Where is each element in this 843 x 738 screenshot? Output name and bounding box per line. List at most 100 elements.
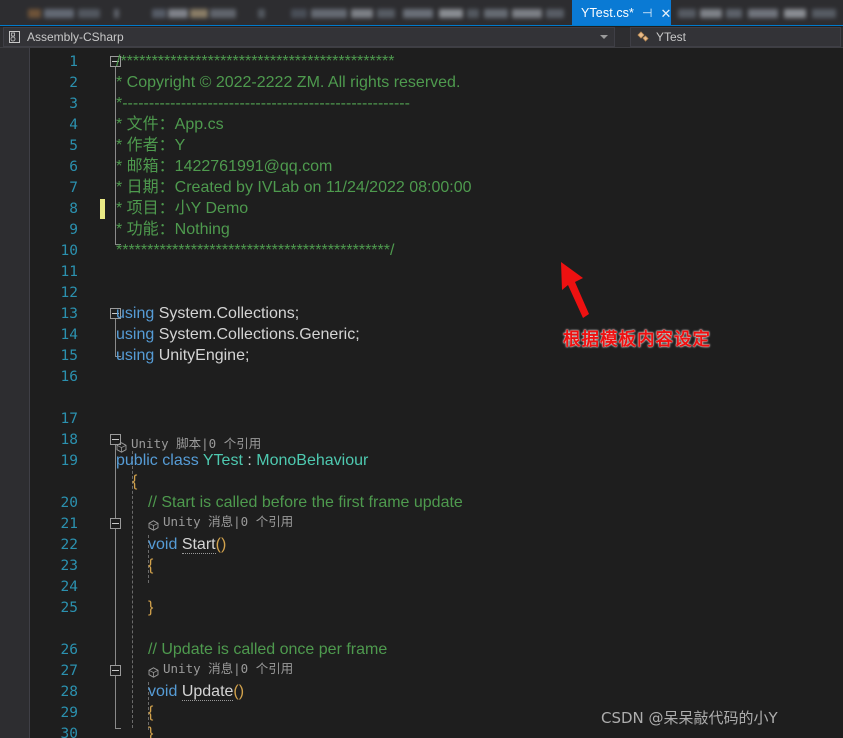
blur-block [439, 9, 463, 18]
fold-toggle-start-method[interactable] [110, 518, 121, 529]
annotation-label: 根据模板内容设定 [563, 330, 711, 350]
code-line: * Copyright © 2022-2222 ZM. All rights r… [116, 74, 461, 91]
code-line-update-signature: void Update() [148, 681, 244, 703]
blurred-tab-group-5[interactable] [678, 0, 843, 26]
code-line-class-open-brace: { [132, 473, 138, 490]
blurred-tab-group-4[interactable] [480, 0, 570, 26]
line-number: 6 [69, 159, 78, 175]
close-icon[interactable]: ✕ [660, 7, 671, 20]
blur-block [311, 9, 347, 18]
line-number: 22 [60, 537, 78, 553]
blur-block [44, 9, 74, 18]
blur-block [726, 9, 742, 18]
blur-block [168, 9, 188, 18]
fold-toggle-update-method[interactable] [110, 665, 121, 676]
keyword-public: public [116, 452, 158, 469]
code-line-start-signature: void Start() [148, 534, 226, 556]
code-line-update-close-brace: } [148, 725, 154, 738]
code-line: *---------------------------------------… [116, 95, 410, 112]
code-line: * 功能：Nothing [116, 221, 230, 238]
code-line-start-open-brace: { [148, 557, 154, 574]
code-line: ****************************************… [116, 242, 395, 259]
blurred-tab-group-1[interactable] [22, 0, 132, 26]
code-editor[interactable]: 1 2 3 4 5 6 7 8 9 10 11 12 13 14 15 16 1… [30, 48, 843, 738]
blur-block [258, 9, 265, 18]
blur-block [748, 9, 778, 18]
code-line-comment-update: // Update is called once per frame [148, 641, 388, 658]
parentheses: () [233, 683, 245, 700]
blur-block [678, 9, 696, 18]
keyword-using: using [116, 347, 155, 364]
code-line: * 邮箱：1422761991@qq.com [116, 158, 333, 175]
code-line: /***************************************… [116, 53, 395, 70]
line-number: 13 [60, 306, 78, 322]
unity-cube-icon [148, 517, 159, 531]
keyword-class: class [162, 452, 199, 469]
using-namespace: UnityEngine; [154, 347, 250, 364]
fold-guide-class [115, 445, 116, 728]
code-line: * 作者：Y [116, 137, 186, 154]
tab-bar-underline [0, 25, 843, 26]
blurred-tab-group-3[interactable] [285, 0, 485, 26]
arrow-up-left-icon [553, 256, 623, 326]
type-monobehaviour: MonoBehaviour [256, 452, 369, 469]
line-number: 5 [69, 138, 78, 154]
change-marker [100, 199, 105, 219]
blur-block [351, 9, 373, 18]
blur-block [152, 9, 166, 18]
line-number: 18 [60, 432, 78, 448]
keyword-void: void [148, 683, 178, 700]
line-number: 10 [60, 243, 78, 259]
codelens-start[interactable]: Unity 消息|0 个引用 [148, 512, 293, 532]
project-name: Assembly-CSharp [27, 30, 124, 44]
blur-block [784, 9, 806, 18]
blur-block [812, 9, 836, 18]
blur-block [467, 9, 479, 18]
editor-left-margin [0, 48, 30, 738]
line-number: 11 [60, 264, 78, 280]
tab-ytest-cs[interactable]: YTest.cs* ⊣ ✕ [572, 0, 671, 26]
blur-block [700, 9, 722, 18]
codelens-update[interactable]: Unity 消息|0 个引用 [148, 659, 293, 679]
code-line-start-close-brace: } [148, 599, 154, 616]
blur-block [114, 9, 119, 18]
line-number: 27 [60, 663, 78, 679]
project-dropdown[interactable]: Assembly-CSharp [3, 27, 615, 47]
type-ytest: YTest [202, 452, 243, 469]
using-namespace: System.Collections.Generic; [154, 326, 360, 343]
line-number: 23 [60, 558, 78, 574]
blur-block [190, 9, 208, 18]
code-line-using-1: using System.Collections; [116, 303, 299, 325]
chevron-down-icon[interactable] [600, 35, 608, 39]
unity-cube-icon [148, 664, 159, 678]
line-number: 9 [69, 222, 78, 238]
line-number: 15 [60, 348, 78, 364]
navigation-bar: Assembly-CSharp YTest [0, 27, 843, 48]
line-number: 19 [60, 453, 78, 469]
parentheses: () [215, 536, 227, 553]
line-number: 26 [60, 642, 78, 658]
line-number: 1 [69, 54, 78, 70]
line-number: 12 [60, 285, 78, 301]
codelens-update-label: Unity 消息|0 个引用 [163, 661, 294, 676]
pin-icon[interactable]: ⊣ [642, 7, 652, 19]
colon-separator: : [247, 452, 252, 469]
member-dropdown[interactable]: YTest [630, 27, 841, 47]
blur-block [28, 9, 41, 18]
method-name-start: Start [181, 536, 216, 554]
method-name-update: Update [181, 683, 234, 701]
code-line: * 项目：小Y Demo [116, 200, 249, 217]
code-line-comment-start: // Start is called before the first fram… [148, 494, 463, 511]
blur-block [512, 9, 542, 18]
code-line: * 文件：App.cs [116, 116, 224, 133]
member-name: YTest [656, 30, 687, 44]
blurred-tab-group-2[interactable] [150, 0, 280, 26]
class-icon [636, 30, 651, 44]
line-number: 20 [60, 495, 78, 511]
line-number: 24 [60, 579, 78, 595]
blur-block [403, 9, 433, 18]
line-number: 8 [69, 201, 78, 217]
line-number: 25 [60, 600, 78, 616]
line-number: 28 [60, 684, 78, 700]
line-number: 4 [69, 117, 78, 133]
